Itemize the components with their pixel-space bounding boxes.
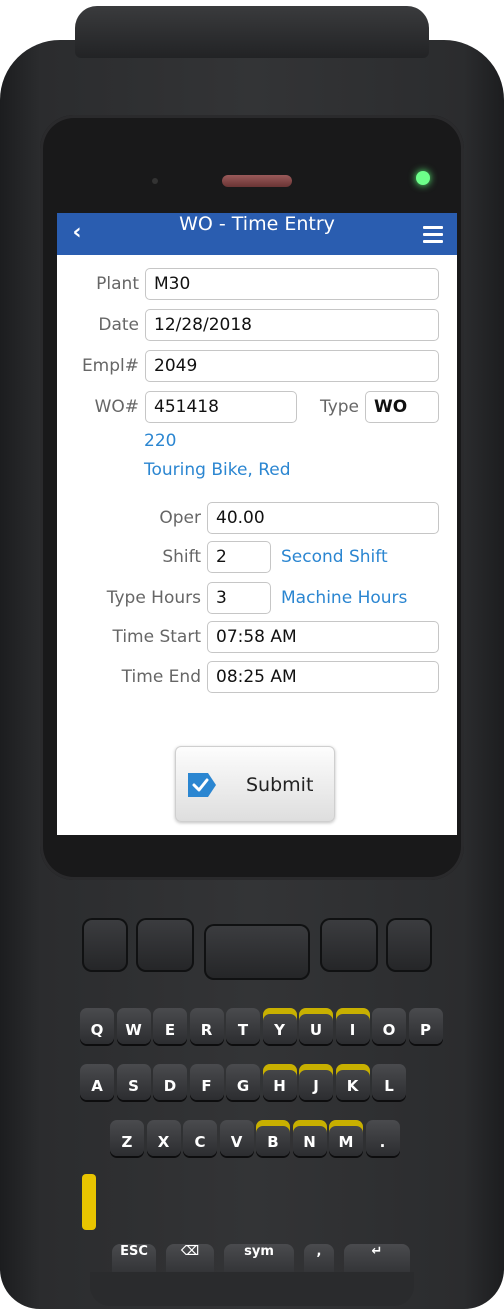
shift-description: Second Shift bbox=[281, 547, 388, 567]
time-end-label: Time End bbox=[121, 667, 201, 687]
wo-number-field[interactable]: 451418 bbox=[145, 391, 297, 423]
page-title: WO - Time Entry bbox=[179, 213, 335, 235]
item-description: Touring Bike, Red bbox=[144, 460, 291, 480]
key-y[interactable]: Y bbox=[262, 1008, 297, 1044]
plant-field[interactable]: M30 bbox=[145, 268, 439, 300]
type-hours-description: Machine Hours bbox=[281, 588, 408, 608]
camera-icon bbox=[152, 178, 158, 184]
key-period[interactable]: . bbox=[365, 1120, 400, 1156]
key-m[interactable]: M bbox=[329, 1120, 363, 1156]
key-q[interactable]: Q bbox=[80, 1008, 114, 1044]
call-key[interactable] bbox=[82, 918, 128, 972]
time-end-field[interactable]: 08:25 AM bbox=[207, 661, 439, 693]
type-label: Type bbox=[319, 397, 359, 417]
scan-trigger-key[interactable] bbox=[204, 924, 310, 980]
time-start-label: Time Start bbox=[112, 627, 201, 647]
status-led-icon bbox=[416, 171, 430, 185]
key-t[interactable]: T bbox=[226, 1008, 260, 1044]
key-n[interactable]: N bbox=[292, 1120, 327, 1156]
key-x[interactable]: X bbox=[146, 1120, 181, 1156]
key-w[interactable]: W bbox=[116, 1008, 151, 1044]
submit-button[interactable]: Submit bbox=[175, 746, 335, 822]
key-s[interactable]: S bbox=[116, 1064, 151, 1100]
key-h[interactable]: H bbox=[262, 1064, 297, 1100]
key-r[interactable]: R bbox=[189, 1008, 224, 1044]
key-j[interactable]: J bbox=[299, 1064, 333, 1100]
date-field[interactable]: 12/28/2018 bbox=[145, 309, 439, 341]
date-label: Date bbox=[98, 315, 139, 335]
item-number: 220 bbox=[144, 431, 177, 451]
shift-field[interactable]: 2 bbox=[207, 541, 271, 573]
key-f[interactable]: F bbox=[189, 1064, 224, 1100]
back-chevron-icon[interactable]: ‹ bbox=[65, 219, 89, 247]
type-hours-label: Type Hours bbox=[106, 588, 201, 608]
function-key-yellow[interactable] bbox=[82, 1174, 96, 1230]
key-e[interactable]: E bbox=[153, 1008, 187, 1044]
hamburger-menu-icon[interactable] bbox=[423, 226, 443, 243]
type-field[interactable]: WO bbox=[365, 391, 439, 423]
nav-up-key[interactable] bbox=[136, 918, 194, 972]
key-g[interactable]: G bbox=[226, 1064, 260, 1100]
empl-label: Empl# bbox=[81, 356, 139, 376]
key-p[interactable]: P bbox=[408, 1008, 443, 1044]
plant-label: Plant bbox=[96, 274, 139, 294]
nav-down-key[interactable] bbox=[320, 918, 378, 972]
earpiece-speaker bbox=[222, 175, 292, 187]
key-z[interactable]: Z bbox=[110, 1120, 144, 1156]
oper-label: Oper bbox=[159, 508, 201, 528]
key-b[interactable]: B bbox=[256, 1120, 290, 1156]
key-k[interactable]: K bbox=[335, 1064, 370, 1100]
end-call-key[interactable] bbox=[386, 918, 432, 972]
title-bar: ‹ WO - Time Entry bbox=[57, 213, 457, 255]
shift-label: Shift bbox=[162, 547, 201, 567]
key-i[interactable]: I bbox=[335, 1008, 370, 1044]
key-v[interactable]: V bbox=[219, 1120, 254, 1156]
employee-field[interactable]: 2049 bbox=[145, 350, 439, 382]
submit-label: Submit bbox=[246, 774, 314, 796]
app-screen: ‹ WO - Time Entry Plant M30 Date 12/28/2… bbox=[57, 213, 457, 835]
key-l[interactable]: L bbox=[372, 1064, 406, 1100]
wo-label: WO# bbox=[94, 397, 139, 417]
oper-field[interactable]: 40.00 bbox=[207, 502, 439, 534]
mobile-device: ‹ WO - Time Entry Plant M30 Date 12/28/2… bbox=[0, 0, 504, 1309]
key-o[interactable]: O bbox=[372, 1008, 406, 1044]
key-c[interactable]: C bbox=[183, 1120, 217, 1156]
key-u[interactable]: U bbox=[299, 1008, 333, 1044]
time-start-field[interactable]: 07:58 AM bbox=[207, 621, 439, 653]
type-hours-field[interactable]: 3 bbox=[207, 582, 271, 614]
device-top-cap bbox=[75, 6, 429, 58]
checkmark-icon bbox=[188, 773, 216, 797]
key-d[interactable]: D bbox=[153, 1064, 187, 1100]
key-a[interactable]: A bbox=[80, 1064, 114, 1100]
device-bottom-cap bbox=[90, 1272, 414, 1306]
